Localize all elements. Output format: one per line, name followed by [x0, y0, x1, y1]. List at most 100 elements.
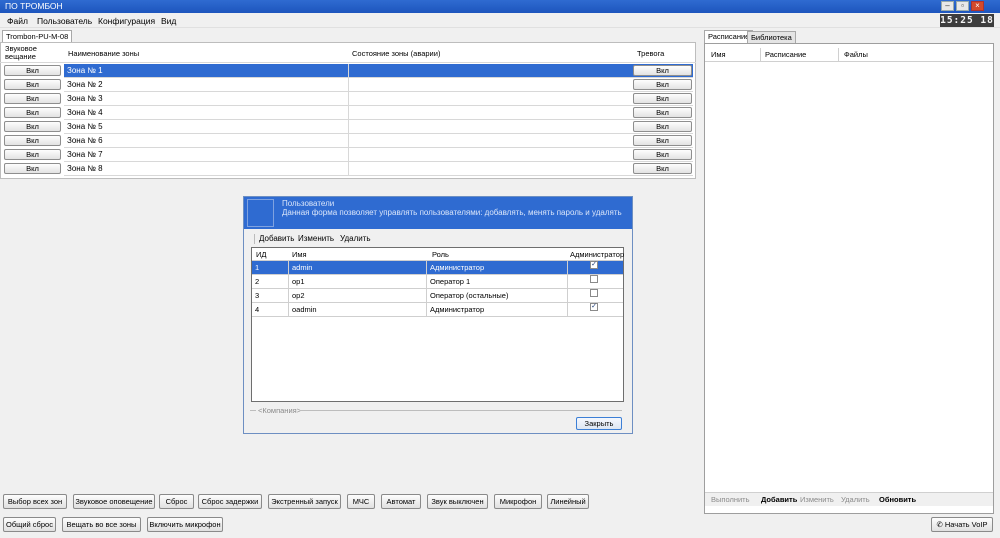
company-label: <Компания>: [258, 406, 302, 415]
user-row[interactable]: 1 admin Администратор ✓: [252, 261, 623, 275]
zone-row[interactable]: Зона № 7: [64, 148, 693, 162]
schedule-add-button[interactable]: Добавить: [761, 495, 797, 504]
sound-alert-button[interactable]: Звуковое оповещение: [73, 494, 155, 509]
zone-alarm-button[interactable]: Вкл: [633, 79, 692, 90]
general-reset-button[interactable]: Общий сброс: [3, 517, 56, 532]
zone-row[interactable]: Зона № 5: [64, 120, 693, 134]
user-id: 4: [255, 305, 260, 314]
user-row[interactable]: 4 oadmin Администратор ✓: [252, 303, 623, 317]
zone-broadcast-button[interactable]: Вкл: [4, 121, 61, 132]
user-name: op1: [292, 277, 305, 286]
schedule-panel: [704, 43, 994, 514]
schedule-col-name: Имя: [711, 50, 726, 59]
schedule-col-files: Файлы: [844, 50, 868, 59]
zone-broadcast-button[interactable]: Вкл: [4, 79, 61, 90]
cell-divider: [426, 289, 427, 303]
user-name: oadmin: [292, 305, 317, 314]
admin-checkbox[interactable]: ✓: [590, 261, 598, 269]
schedule-edit-button[interactable]: Изменить: [800, 495, 834, 504]
company-divider: [250, 410, 256, 411]
cell-divider: [567, 275, 568, 289]
schedule-refresh-button[interactable]: Обновить: [879, 495, 916, 504]
user-id: 1: [255, 263, 260, 272]
users-col-name: Имя: [292, 250, 307, 259]
cell-divider: [426, 303, 427, 317]
zone-name: Зона № 6: [67, 136, 103, 145]
minimize-button[interactable]: –: [941, 1, 954, 11]
zone-alarm-button[interactable]: Вкл: [633, 135, 692, 146]
zone-state-cell: [348, 162, 349, 176]
zone-broadcast-button[interactable]: Вкл: [4, 107, 61, 118]
dialog-delete-button[interactable]: Удалить: [340, 234, 371, 243]
zone-name: Зона № 7: [67, 150, 103, 159]
col-sep: [838, 48, 839, 61]
zone-alarm-button[interactable]: Вкл: [633, 121, 692, 132]
dialog-close-button[interactable]: Закрыть: [576, 417, 622, 430]
cell-divider: [288, 275, 289, 289]
tab-schedule[interactable]: Расписание: [704, 30, 754, 44]
menu-view[interactable]: Вид: [161, 16, 176, 26]
header-alarm: Тревога: [637, 49, 665, 58]
dialog-title: Пользователи: [282, 199, 335, 208]
zone-alarm-button[interactable]: Вкл: [633, 65, 692, 76]
zone-name: Зона № 3: [67, 94, 103, 103]
zone-state-cell: [348, 106, 349, 120]
zone-row[interactable]: Зона № 3: [64, 92, 693, 106]
zone-alarm-button[interactable]: Вкл: [633, 107, 692, 118]
zone-alarm-button[interactable]: Вкл: [633, 149, 692, 160]
zone-alarm-button[interactable]: Вкл: [633, 163, 692, 174]
zone-state-cell: [348, 148, 349, 162]
emergency-start-button[interactable]: Экстренный запуск: [268, 494, 341, 509]
user-id: 3: [255, 291, 260, 300]
broadcast-all-zones-button[interactable]: Вещать во все зоны: [62, 517, 141, 532]
zone-broadcast-button[interactable]: Вкл: [4, 163, 61, 174]
zone-row[interactable]: Зона № 4: [64, 106, 693, 120]
zone-state-cell: [348, 78, 349, 92]
zone-row[interactable]: Зона № 2: [64, 78, 693, 92]
dialog-edit-button[interactable]: Изменить: [298, 234, 334, 243]
cell-divider: [567, 261, 568, 275]
users-col-role: Роль: [432, 250, 449, 259]
admin-checkbox[interactable]: [590, 289, 598, 297]
cell-divider: [288, 289, 289, 303]
zone-broadcast-button[interactable]: Вкл: [4, 93, 61, 104]
zone-broadcast-button[interactable]: Вкл: [4, 149, 61, 160]
zone-row[interactable]: Зона № 1: [64, 64, 693, 78]
reset-delay-button[interactable]: Сброс задержки: [198, 494, 262, 509]
cell-divider: [567, 303, 568, 317]
admin-checkbox[interactable]: ✓: [590, 303, 598, 311]
close-window-button[interactable]: ×: [971, 1, 984, 11]
user-name: op2: [292, 291, 305, 300]
user-row[interactable]: 2 op1 Оператор 1: [252, 275, 623, 289]
select-all-zones-button[interactable]: Выбор всех зон: [3, 494, 67, 509]
line-button[interactable]: Линейный: [547, 494, 589, 509]
zone-row[interactable]: Зона № 6: [64, 134, 693, 148]
enable-microphone-button[interactable]: Включить микрофон: [147, 517, 223, 532]
schedule-run-button[interactable]: Выполнить: [711, 495, 750, 504]
admin-checkbox[interactable]: [590, 275, 598, 283]
start-voip-button[interactable]: ✆ Начать VoIP: [931, 517, 993, 532]
menu-user[interactable]: Пользователь: [37, 16, 92, 26]
cell-divider: [426, 275, 427, 289]
maximize-button[interactable]: ▫: [956, 1, 969, 11]
zone-row[interactable]: Зона № 8: [64, 162, 693, 176]
dialog-add-button[interactable]: Добавить: [259, 234, 294, 243]
header-zone-name: Наименование зоны: [68, 49, 140, 58]
microphone-button[interactable]: Микрофон: [494, 494, 542, 509]
user-row[interactable]: 3 op2 Оператор (остальные): [252, 289, 623, 303]
window-title: ПО ТРОМБОН: [5, 1, 63, 11]
menu-file[interactable]: Файл: [7, 16, 28, 26]
zone-broadcast-button[interactable]: Вкл: [4, 65, 61, 76]
sound-off-button[interactable]: Звук выключен: [427, 494, 488, 509]
menu-config[interactable]: Конфигурация: [98, 16, 155, 26]
zone-broadcast-button[interactable]: Вкл: [4, 135, 61, 146]
auto-button[interactable]: Автомат: [381, 494, 421, 509]
mchs-button[interactable]: МЧС: [347, 494, 375, 509]
zone-state-cell: [348, 92, 349, 106]
user-role: Администратор: [430, 305, 485, 314]
schedule-delete-button[interactable]: Удалить: [841, 495, 870, 504]
reset-button[interactable]: Сброс: [159, 494, 194, 509]
header-divider: [0, 62, 696, 63]
zone-alarm-button[interactable]: Вкл: [633, 93, 692, 104]
zone-name: Зона № 8: [67, 164, 103, 173]
